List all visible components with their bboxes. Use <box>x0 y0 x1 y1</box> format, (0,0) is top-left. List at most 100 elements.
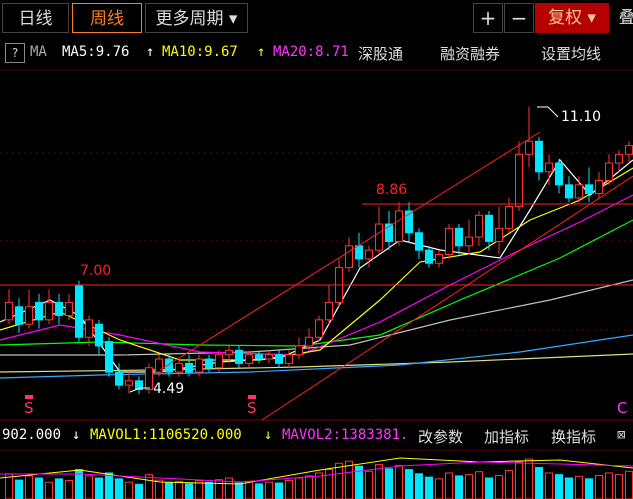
candle-body <box>595 179 603 195</box>
volume-bar <box>45 481 53 499</box>
volume-bar <box>495 474 503 499</box>
volume-bar <box>565 477 573 499</box>
candle-body <box>445 227 453 256</box>
signal-marker-icon <box>248 395 256 399</box>
candle-body <box>355 245 363 260</box>
volume-bar <box>365 470 373 499</box>
volume-bar <box>215 479 223 499</box>
volume-bar <box>535 467 543 499</box>
signal-s1: S <box>24 399 34 417</box>
volume-bar <box>295 477 303 499</box>
volume-bar <box>55 478 63 499</box>
candle-body <box>235 349 243 364</box>
candle-body <box>535 140 543 173</box>
candle-body <box>145 367 153 391</box>
volume-bar <box>585 478 593 499</box>
volume-bar <box>285 480 293 499</box>
candle-body <box>375 223 383 251</box>
volume-bar <box>185 483 193 499</box>
candle-body <box>185 362 193 373</box>
volume-indicator-bar: 902.000 ↓ MAVOL1:1106520.000 ↓ MAVOL2:13… <box>0 423 633 449</box>
volume-bar <box>205 481 213 499</box>
volume-bar <box>605 472 613 499</box>
volume-bar <box>625 470 633 499</box>
candle-body <box>345 245 353 269</box>
volume-bar <box>25 475 33 499</box>
volume-bar <box>575 475 583 499</box>
candle-body <box>275 354 283 364</box>
volume-bar <box>65 480 73 499</box>
candle-body <box>35 301 43 321</box>
candle-body <box>615 153 623 164</box>
candle-body <box>45 301 53 321</box>
close-indicator-icon[interactable]: ⊠ <box>617 427 625 443</box>
volume-bar <box>425 476 433 499</box>
volume-bar <box>15 479 23 499</box>
low-price-label: 4.49 <box>153 381 184 397</box>
candle-body <box>395 210 403 242</box>
candle-body <box>315 319 323 338</box>
candle-body <box>205 358 213 369</box>
volume-bar <box>95 477 103 499</box>
volume-bar <box>545 472 553 499</box>
volume-bar <box>305 475 313 499</box>
volume-bar <box>595 474 603 499</box>
candle-body <box>125 380 133 386</box>
candle-body <box>325 301 333 321</box>
swap-indicator-button[interactable]: 换指标 <box>551 426 596 447</box>
candle-body <box>415 232 423 251</box>
candle-body <box>505 206 513 229</box>
volume-bar <box>505 469 513 499</box>
volume-bar <box>455 475 463 499</box>
volume-bar <box>245 480 253 499</box>
candle-body <box>625 145 633 155</box>
volume-bar <box>385 468 393 499</box>
candle-body <box>65 301 73 316</box>
candle-body <box>525 140 533 155</box>
volume-bar <box>255 483 263 499</box>
add-indicator-button[interactable]: 加指标 <box>484 426 529 447</box>
volume-bar <box>85 475 93 499</box>
candle-body <box>265 354 273 360</box>
candle-body <box>435 254 443 264</box>
volume-bar <box>445 472 453 499</box>
volume-bar <box>405 469 413 499</box>
volume-bar <box>165 482 173 499</box>
volume-bar <box>265 481 273 499</box>
volume-bar <box>485 477 493 499</box>
volume-bar <box>315 472 323 499</box>
level-label-8-86: 8.86 <box>376 182 407 198</box>
mavol1-down-arrow-icon: ↓ <box>264 427 273 443</box>
candle-body <box>245 354 253 364</box>
candle-body <box>495 227 503 242</box>
mavol2-value: MAVOL2:1383381. <box>282 427 409 443</box>
candle-body <box>105 341 113 373</box>
volume-bar <box>175 480 183 499</box>
volume-bar <box>325 469 333 499</box>
volume-bar <box>525 458 533 499</box>
mavol1-value: MAVOL1:1106520.000 <box>90 427 242 443</box>
volume-bar <box>415 473 423 499</box>
trend-line-lower <box>261 175 633 421</box>
candle-body <box>575 184 583 199</box>
candle-body <box>305 336 313 347</box>
candle-body <box>75 284 83 338</box>
candle-body <box>115 371 123 386</box>
signal-c: C <box>617 399 627 417</box>
candle-body <box>485 214 493 242</box>
volume-bar <box>35 477 43 499</box>
candle-body <box>555 162 563 186</box>
volume-bar <box>345 460 353 499</box>
candle-body <box>5 301 13 321</box>
candle-body <box>295 345 303 356</box>
volume-bar <box>465 474 473 499</box>
candle-body <box>85 319 93 338</box>
candle-body <box>515 153 523 208</box>
volume-bar <box>615 474 623 499</box>
candle-body <box>425 249 433 264</box>
candle-body <box>465 236 473 247</box>
volume-bar <box>515 461 523 499</box>
volume-down-arrow-icon: ↓ <box>72 427 81 443</box>
edit-params-button[interactable]: 改参数 <box>418 426 463 447</box>
candle-body <box>565 184 573 199</box>
